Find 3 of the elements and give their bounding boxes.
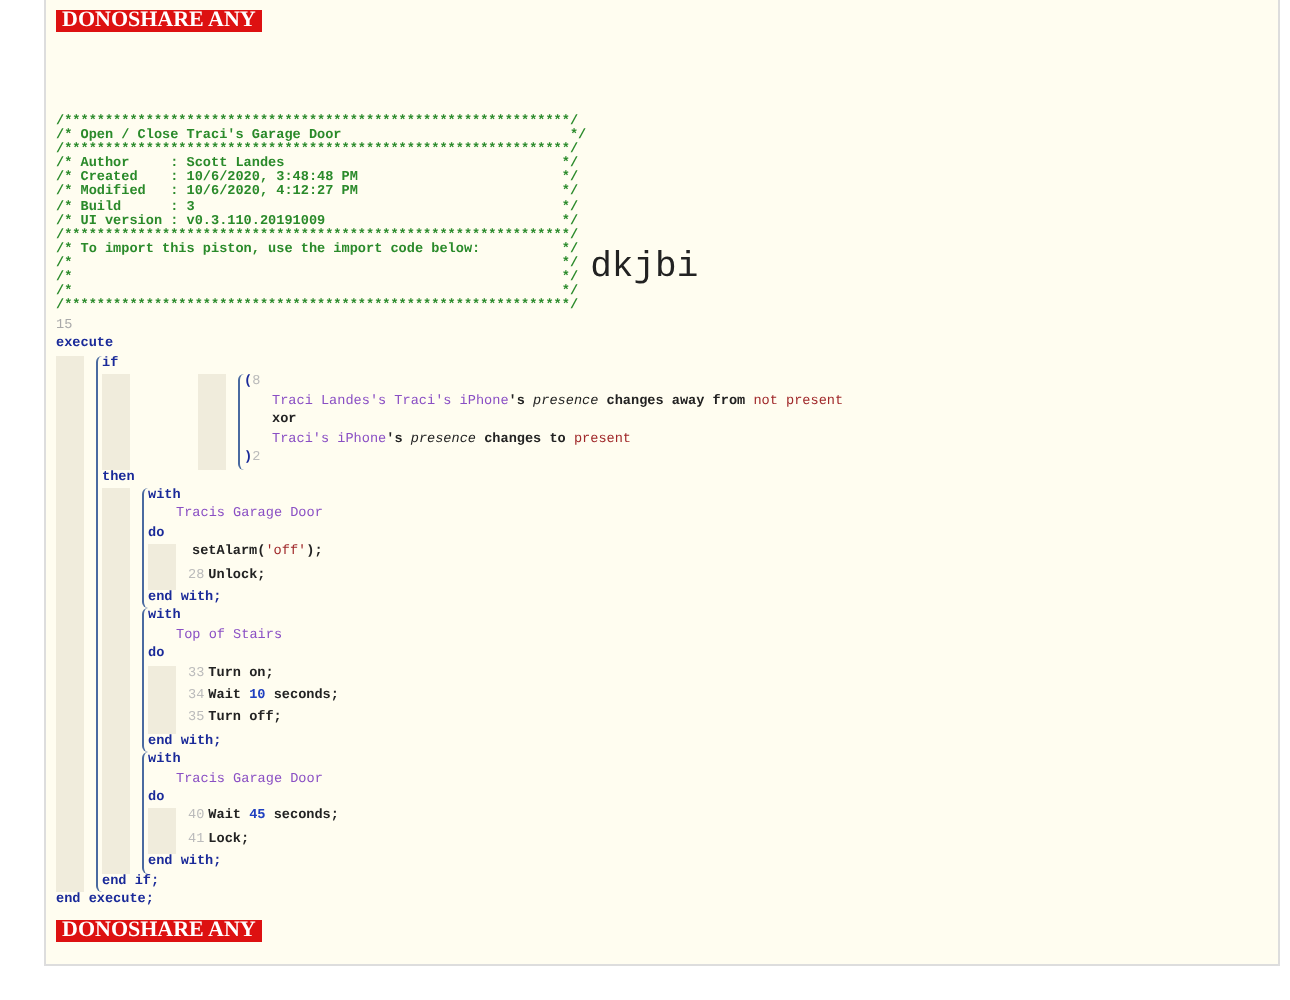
warning-banner: DONOSHARE ANY (56, 10, 262, 32)
import-code: dkjbi (590, 250, 699, 287)
warning-banner: DONOSHARE ANY (56, 920, 262, 943)
